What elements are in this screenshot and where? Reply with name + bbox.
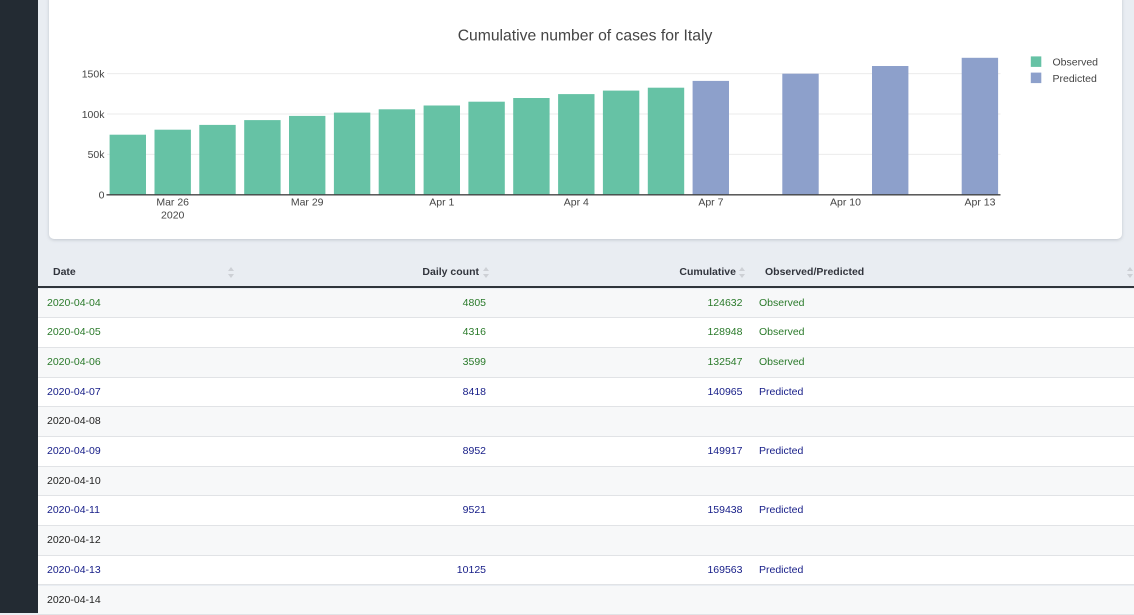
svg-text:Apr 1: Apr 1 [429, 197, 454, 209]
svg-text:Apr 4: Apr 4 [564, 197, 589, 209]
svg-text:0: 0 [99, 190, 105, 202]
svg-text:Predicted: Predicted [1053, 73, 1098, 85]
svg-text:2020: 2020 [161, 210, 185, 222]
svg-text:Apr 10: Apr 10 [830, 197, 861, 209]
svg-text:150k: 150k [82, 68, 106, 80]
svg-text:Cumulative number of cases for: Cumulative number of cases for Italy [458, 28, 713, 45]
svg-text:Apr 13: Apr 13 [965, 197, 996, 209]
svg-text:Observed: Observed [1053, 57, 1099, 69]
svg-text:100k: 100k [82, 109, 106, 121]
svg-text:Mar 29: Mar 29 [291, 197, 324, 209]
svg-text:Mar 26: Mar 26 [156, 197, 189, 209]
svg-text:50k: 50k [88, 149, 106, 161]
svg-text:Apr 7: Apr 7 [698, 197, 723, 209]
